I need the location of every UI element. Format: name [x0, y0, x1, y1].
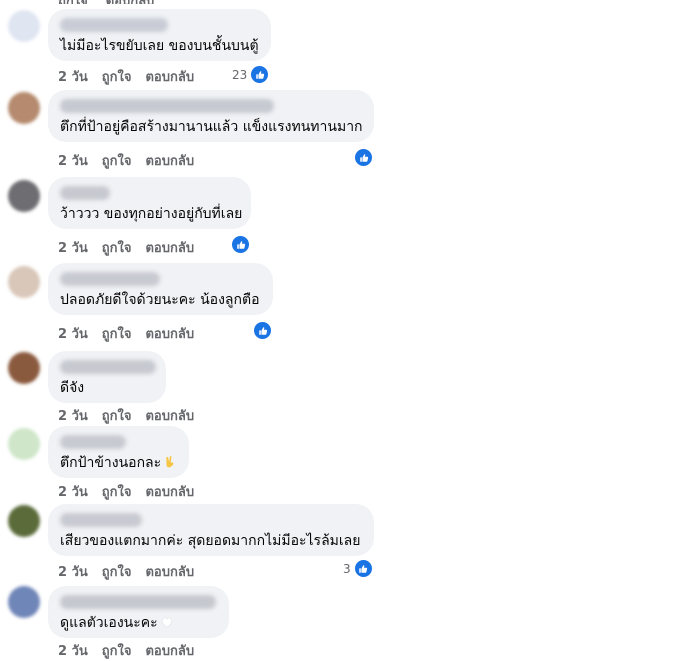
like-reaction-icon [354, 148, 373, 167]
timestamp[interactable]: 2 วัน [58, 323, 88, 344]
comment-bubble: เสียวของแตกมากค่ะ สุดยอดมากกไม่มีอะไรล้ม… [48, 504, 374, 556]
previous-like-button[interactable]: ถูกใจ [58, 0, 88, 4]
reply-button[interactable]: ตอบกลับ [145, 561, 194, 582]
reply-button[interactable]: ตอบกลับ [145, 640, 194, 661]
like-button[interactable]: ถูกใจ [102, 481, 132, 502]
avatar[interactable] [8, 92, 40, 124]
like-reaction-icon [231, 235, 250, 254]
author-name-blurred[interactable] [60, 360, 156, 374]
avatar[interactable] [8, 505, 40, 537]
white-heart-icon [161, 617, 172, 628]
reply-button[interactable]: ตอบกลับ [145, 237, 194, 258]
reaction-number: 23 [232, 67, 248, 82]
author-name-blurred[interactable] [60, 18, 168, 32]
like-button[interactable]: ถูกใจ [102, 561, 132, 582]
like-button[interactable]: ถูกใจ [102, 66, 132, 87]
comment-bubble: ดูแลตัวเองนะคะ [48, 586, 229, 638]
comment-bubble: ไม่มีอะไรขยับเลย ของบนชั้นบนตู้ [48, 9, 271, 61]
author-name-blurred[interactable] [60, 435, 126, 449]
like-button[interactable]: ถูกใจ [102, 237, 132, 258]
comment-text: ไม่มีอะไรขยับเลย ของบนชั้นบนตู้ [60, 38, 259, 54]
victory-hand-icon [166, 456, 174, 468]
reaction-number: 3 [343, 561, 351, 576]
previous-reply-button[interactable]: ตอบกลับ [106, 0, 155, 4]
timestamp[interactable]: 2 วัน [58, 405, 88, 426]
author-name-blurred[interactable] [60, 272, 160, 286]
author-name-blurred[interactable] [60, 186, 110, 200]
timestamp[interactable]: 2 วัน [58, 561, 88, 582]
like-reaction-icon [353, 559, 373, 578]
like-button[interactable]: ถูกใจ [102, 640, 132, 661]
timestamp[interactable]: 2 วัน [58, 481, 88, 502]
comment-text: ตึกป้าข้างนอกละ [60, 454, 177, 472]
comment-bubble: ดีจัง [48, 351, 166, 403]
comment-actions: 2 วัน ถูกใจ ตอบกลับ [58, 323, 194, 344]
comment-actions: 2 วัน ถูกใจ ตอบกลับ [58, 561, 194, 582]
timestamp[interactable]: 2 วัน [58, 237, 88, 258]
comment-text: ว้าววว ของทุกอย่างอยู่กับที่เลย [60, 206, 243, 222]
reply-button[interactable]: ตอบกลับ [145, 481, 194, 502]
comment-bubble: ว้าววว ของทุกอย่างอยู่กับที่เลย [48, 177, 251, 229]
avatar[interactable] [8, 428, 40, 460]
comment-bubble: ตึกป้าข้างนอกละ [48, 426, 189, 478]
previous-comment-actions: ถูกใจ ตอบกลับ [58, 0, 154, 4]
reply-button[interactable]: ตอบกลับ [145, 323, 194, 344]
avatar[interactable] [8, 266, 40, 298]
comment-text: ดีจัง [60, 380, 85, 396]
comment-text: ปลอดภัยดีใจด้วยนะคะ น้องลูกตือ [60, 292, 260, 308]
author-name-blurred[interactable] [60, 99, 274, 113]
like-button[interactable]: ถูกใจ [102, 323, 132, 344]
comment-actions: 2 วัน ถูกใจ ตอบกลับ [58, 640, 194, 661]
reaction-count[interactable]: 3 [343, 559, 373, 578]
avatar[interactable] [8, 586, 40, 618]
comment-actions: 2 วัน ถูกใจ ตอบกลับ [58, 481, 194, 502]
comment-text-content: ดูแลตัวเองนะคะ [60, 615, 158, 631]
comment-bubble: ปลอดภัยดีใจด้วยนะคะ น้องลูกตือ [48, 263, 273, 315]
comment-actions: 2 วัน ถูกใจ ตอบกลับ [58, 237, 194, 258]
comment-actions: 2 วัน ถูกใจ ตอบกลับ [58, 405, 194, 426]
comment-text: ดูแลตัวเองนะคะ [60, 614, 217, 632]
like-button[interactable]: ถูกใจ [102, 405, 132, 426]
timestamp[interactable]: 2 วัน [58, 150, 88, 171]
comment-bubble: ตึกที่ป้าอยู่คือสร้างมานานแล้ว แข็งแรงทน… [48, 90, 374, 142]
comment-text: เสียวของแตกมากค่ะ สุดยอดมากกไม่มีอะไรล้ม… [60, 533, 361, 549]
author-name-blurred[interactable] [60, 513, 142, 527]
comment-actions: 2 วัน ถูกใจ ตอบกลับ [58, 150, 194, 171]
reaction-count[interactable]: 23 [232, 65, 270, 84]
reaction-count[interactable] [231, 235, 250, 254]
comment-text: ตึกที่ป้าอยู่คือสร้างมานานแล้ว แข็งแรงทน… [60, 119, 363, 135]
comment-actions: 2 วัน ถูกใจ ตอบกลับ [58, 66, 194, 87]
timestamp[interactable]: 2 วัน [58, 66, 88, 87]
comment-text-content: ตึกป้าข้างนอกละ [60, 455, 162, 471]
reaction-count[interactable] [253, 321, 272, 340]
like-button[interactable]: ถูกใจ [102, 150, 132, 171]
like-reaction-icon [253, 321, 272, 340]
avatar[interactable] [8, 352, 40, 384]
reply-button[interactable]: ตอบกลับ [145, 405, 194, 426]
reply-button[interactable]: ตอบกลับ [145, 66, 194, 87]
avatar[interactable] [8, 180, 40, 212]
timestamp[interactable]: 2 วัน [58, 640, 88, 661]
author-name-blurred[interactable] [60, 595, 216, 609]
reply-button[interactable]: ตอบกลับ [145, 150, 194, 171]
like-reaction-icon [250, 65, 270, 84]
reaction-count[interactable] [354, 148, 373, 167]
avatar[interactable] [8, 10, 40, 42]
